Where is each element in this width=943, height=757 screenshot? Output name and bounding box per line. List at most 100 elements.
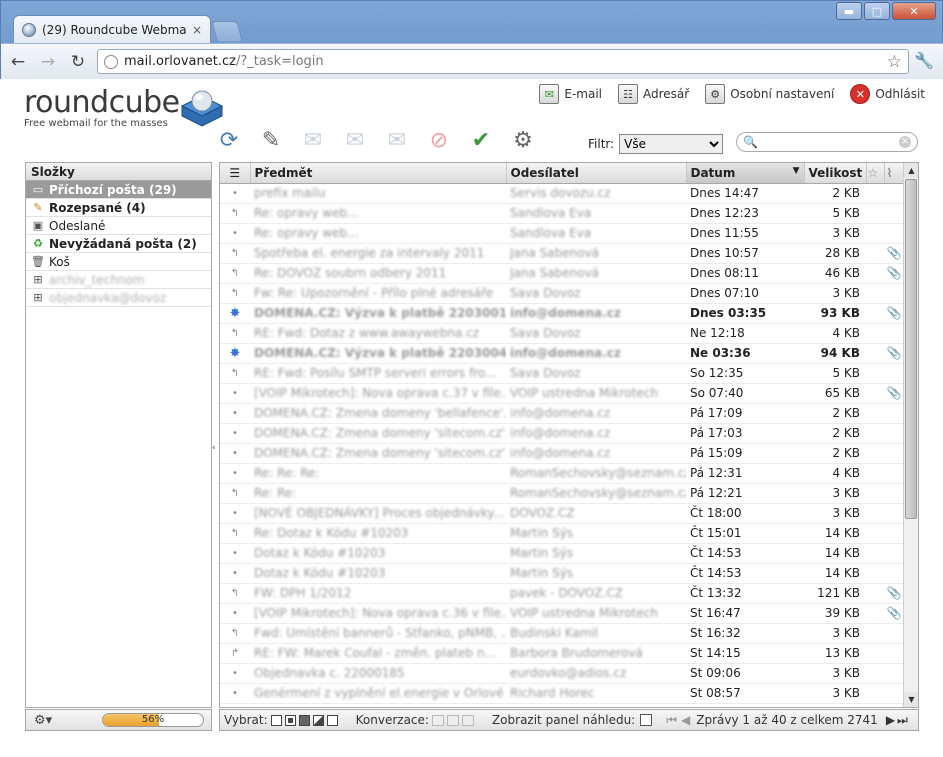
flag-cell[interactable] bbox=[866, 463, 884, 484]
message-row[interactable]: ✸ DOMENA.CZ: Výzva k platbě 2203001... inf… bbox=[220, 303, 904, 324]
flag-cell[interactable] bbox=[866, 203, 884, 224]
message-subject[interactable]: RE: Fwd: Posílu SMTP serveri errors fro.… bbox=[250, 363, 506, 384]
search-box[interactable]: 🔍 ✕ bbox=[736, 132, 918, 152]
replied-icon[interactable]: ↰ bbox=[220, 203, 250, 224]
message-row[interactable]: • Dotaz k Kódu #10203 Martin Sýs Čt 14:53 14… bbox=[220, 543, 904, 564]
message-subject[interactable]: [NOVÉ OBJEDNÁVKY] Proces objednávky... bbox=[250, 503, 506, 524]
folder-inbox[interactable]: ▭ Příchozí pošta (29) bbox=[26, 181, 211, 199]
unread-new-icon[interactable]: ✸ bbox=[220, 303, 250, 324]
message-subject[interactable]: FW: DPH 1/2012 bbox=[250, 583, 506, 604]
message-subject[interactable]: Dotaz k Kódu #10203 bbox=[250, 563, 506, 584]
replied-icon[interactable]: ↰ bbox=[220, 263, 250, 284]
flag-cell[interactable] bbox=[866, 603, 884, 624]
select-none-icon[interactable] bbox=[326, 714, 338, 726]
message-status-icon[interactable]: • bbox=[220, 443, 250, 464]
attachment-column-icon[interactable]: ⌇ bbox=[884, 163, 905, 184]
message-status-icon[interactable]: • bbox=[220, 603, 250, 624]
nav-email[interactable]: ✉ E-mail bbox=[539, 84, 602, 104]
message-sender[interactable]: info@domena.cz bbox=[506, 303, 686, 324]
message-sender[interactable]: info@domena.cz bbox=[506, 343, 686, 364]
message-subject[interactable]: Re: Dotaz k Kódu #10203 bbox=[250, 523, 506, 544]
column-size[interactable]: Velikost bbox=[804, 163, 867, 184]
message-subject[interactable]: DOMENA.CZ: Zmena domeny 'bellafence'... bbox=[250, 403, 506, 424]
column-subject[interactable]: Předmět bbox=[250, 163, 507, 184]
preview-pane-checkbox[interactable] bbox=[640, 714, 653, 726]
message-subject[interactable]: Objednavka c. 22000185 bbox=[250, 663, 506, 684]
flag-cell[interactable] bbox=[866, 383, 884, 404]
scroll-up-icon[interactable]: ▲ bbox=[904, 163, 918, 178]
message-subject[interactable]: Re: opravy web... bbox=[250, 203, 506, 224]
flag-cell[interactable] bbox=[866, 303, 884, 324]
message-status-icon[interactable]: • bbox=[220, 563, 250, 584]
flag-cell[interactable] bbox=[866, 503, 884, 524]
message-sender[interactable]: Martin Sýs bbox=[506, 523, 686, 544]
message-sender[interactable]: Sava Dovoz bbox=[506, 283, 686, 304]
flag-cell[interactable] bbox=[866, 443, 884, 464]
message-subject[interactable]: [VOIP Mikrotech]: Nova oprava c.37 v fil… bbox=[250, 383, 506, 404]
flag-cell[interactable] bbox=[866, 663, 884, 684]
address-bar[interactable]: mail.orlovanet.cz/?_task=login ☆ bbox=[97, 49, 909, 74]
message-subject[interactable]: Genérmení z vyplnění el.energie v Orlové… bbox=[250, 683, 506, 704]
flag-column-icon[interactable]: ☆ bbox=[866, 163, 885, 184]
check-mail-icon[interactable]: ⟳ bbox=[212, 124, 246, 156]
message-row[interactable]: ↰ FW: DPH 1/2012 pavek - DOVOZ.CZ Čt 13:32 1… bbox=[220, 583, 904, 604]
flag-cell[interactable] bbox=[866, 523, 884, 544]
message-status-icon[interactable]: • bbox=[220, 423, 250, 444]
message-row[interactable]: ↰ RE: Fwd: Posílu SMTP serveri errors fro… bbox=[220, 363, 904, 384]
message-sender[interactable]: pavek - DOVOZ.CZ bbox=[506, 583, 686, 604]
message-status-icon[interactable]: • bbox=[220, 543, 250, 564]
message-sender[interactable]: VOIP ustredna Mikrotech bbox=[506, 383, 686, 404]
flag-cell[interactable] bbox=[866, 683, 884, 704]
message-status-icon[interactable]: • bbox=[220, 683, 250, 704]
new-tab-button[interactable] bbox=[211, 21, 243, 41]
reply-all-icon[interactable]: ✉ bbox=[338, 124, 372, 156]
replied-icon[interactable]: ↰ bbox=[220, 363, 250, 384]
collapse-all-threads-icon[interactable] bbox=[461, 714, 474, 726]
message-row[interactable]: • [NOVÉ OBJEDNÁVKY] Proces objednávky... D… bbox=[220, 503, 904, 524]
message-sender[interactable]: Barbora Brudomerová bbox=[506, 643, 686, 664]
message-subject[interactable]: Fwd: Umístění bannerů - Stfanko, pNMB, .… bbox=[250, 623, 506, 644]
flag-cell[interactable] bbox=[866, 643, 884, 664]
bookmark-star-icon[interactable]: ☆ bbox=[887, 52, 902, 72]
reply-icon[interactable]: ✉ bbox=[296, 124, 330, 156]
replied-icon[interactable]: ↰ bbox=[220, 523, 250, 544]
message-row[interactable]: • Dotaz k Kódu #10203 Martin Sýs Čt 14:53 14… bbox=[220, 563, 904, 584]
message-subject[interactable]: DOMENA.CZ: Zmena domeny 'sitecom.cz'... bbox=[250, 443, 506, 464]
delete-icon[interactable]: ⊘ bbox=[422, 124, 456, 156]
search-icon[interactable]: 🔍 bbox=[743, 135, 758, 149]
message-sender[interactable]: Sava Dovoz bbox=[506, 363, 686, 384]
message-row[interactable]: ↰ Fw: Re: Upozornění - Přílo plné adresář… bbox=[220, 283, 904, 304]
message-sender[interactable]: eurdovko@adios.cz bbox=[506, 663, 686, 684]
scrollbar-thumb[interactable] bbox=[905, 179, 917, 519]
message-sender[interactable]: info@domena.cz bbox=[506, 403, 686, 424]
message-subject[interactable]: RE: FW: Marek Coufal - změn. plateb n... bbox=[250, 643, 506, 664]
message-sender[interactable]: Servis dovozu.cz bbox=[506, 183, 686, 204]
message-sender[interactable]: Martin Sýs bbox=[506, 563, 686, 584]
message-list-scrollbar[interactable]: ▲ ▼ bbox=[903, 163, 918, 707]
message-row[interactable]: ↰ Re: Re: RomanSechovsky@seznam.cz Pá 12:21… bbox=[220, 483, 904, 504]
replied-icon[interactable]: ↰ bbox=[220, 243, 250, 264]
message-subject[interactable]: Spotřeba el. energie za intervaly 2011 bbox=[250, 243, 506, 264]
message-row[interactable]: ↰ RE: Fwd: Dotaz z www.awaywebna.cz Sava D… bbox=[220, 323, 904, 344]
folder-actions-gear-icon[interactable]: ⚙▾ bbox=[34, 713, 52, 728]
message-sender[interactable]: Sandlova Eva bbox=[506, 203, 686, 224]
page-info-icon[interactable] bbox=[104, 54, 118, 69]
message-status-icon[interactable]: • bbox=[220, 383, 250, 404]
message-row[interactable]: ✸ DOMENA.CZ: Výzva k platbě 2203004... inf… bbox=[220, 343, 904, 364]
flag-cell[interactable] bbox=[866, 543, 884, 564]
select-all-icon[interactable] bbox=[270, 714, 282, 726]
flag-cell[interactable] bbox=[866, 183, 884, 204]
message-sender[interactable]: Jana Sabenová bbox=[506, 243, 686, 264]
message-subject[interactable]: Fw: Re: Upozornění - Přílo plné adresáře bbox=[250, 283, 506, 304]
tab-close-icon[interactable]: × bbox=[192, 23, 202, 37]
message-row[interactable]: ↰ Re: DOVOZ soubrn odbery 2011 Jana Sabeno… bbox=[220, 263, 904, 284]
message-row[interactable]: ↰ Spotřeba el. energie za intervaly 2011 J… bbox=[220, 243, 904, 264]
message-row[interactable]: • prefix mailu Servis dovozu.cz Dnes 14:47 2… bbox=[220, 183, 904, 204]
forward-icon[interactable]: ✉ bbox=[380, 124, 414, 156]
message-status-icon[interactable]: • bbox=[220, 223, 250, 244]
message-status-icon[interactable]: • bbox=[220, 503, 250, 524]
flag-cell[interactable] bbox=[866, 403, 884, 424]
message-subject[interactable]: Re: Re: bbox=[250, 483, 506, 504]
list-options-icon[interactable]: ☰ bbox=[220, 163, 251, 184]
message-status-icon[interactable]: • bbox=[220, 183, 250, 204]
